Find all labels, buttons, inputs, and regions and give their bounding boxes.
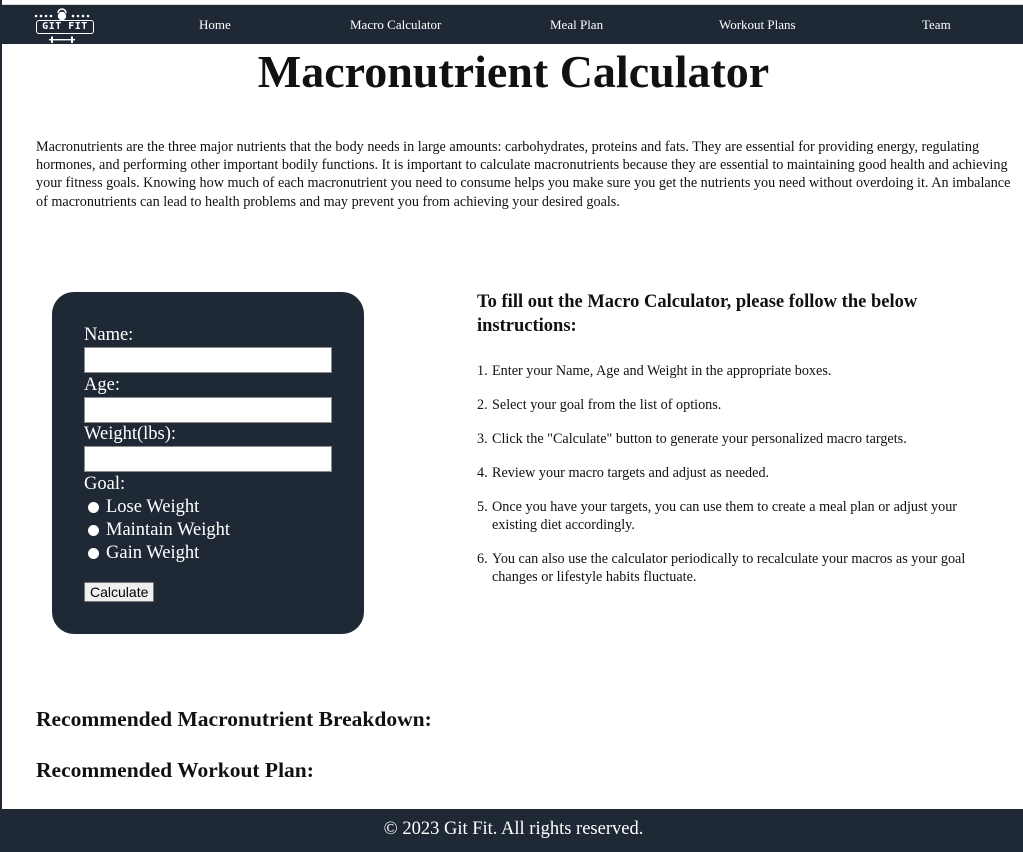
page-title: Macronutrient Calculator (257, 46, 770, 97)
nav-workout-plans-link[interactable]: Workout Plans (719, 17, 796, 33)
radio-button[interactable] (88, 524, 99, 536)
workout-plan-heading: Recommended Workout Plan: (36, 758, 314, 782)
intro-paragraph: Macronutrients are the three major nutri… (36, 139, 1011, 210)
goal-option-gain-weight[interactable]: Gain Weight (88, 542, 199, 564)
goal-option-label: Maintain Weight (106, 520, 231, 540)
instruction-step: 3. Click the "Calculate" button to genera… (477, 431, 907, 447)
goal-option-lose-weight[interactable]: Lose Weight (88, 496, 199, 518)
footer: © 2023 Git Fit. All rights reserved. (2, 809, 1023, 852)
goal-option-maintain-weight[interactable]: Maintain Weight (88, 519, 230, 541)
goal-label: Goal: (84, 474, 126, 494)
git-fit-logo[interactable]: GIT FIT (28, 6, 102, 44)
macro-form-card: Name: Age: Weight(lbs): Goal: Lose Weigh… (52, 292, 364, 634)
nav-team-link[interactable]: Team (922, 17, 951, 33)
instruction-step: 5. Once you have your targets, you can us… (477, 499, 958, 533)
instructions-heading: To fill out the Macro Calculator, please… (477, 292, 918, 336)
instruction-step: 2. Select your goal from the list of opti… (477, 397, 722, 413)
name-input[interactable] (84, 347, 332, 373)
footer-copyright: © 2023 Git Fit. All rights reserved. (383, 819, 644, 839)
calculate-button[interactable]: Calculate (84, 582, 155, 602)
goal-option-label: Gain Weight (106, 543, 200, 563)
name-label: Name: (84, 325, 134, 345)
age-label: Age: (84, 375, 120, 395)
nav-meal-plan-link[interactable]: Meal Plan (550, 17, 603, 33)
nav-home-link[interactable]: Home (199, 17, 231, 33)
weight-label: Weight(lbs): (84, 424, 177, 444)
weight-input[interactable] (84, 446, 332, 472)
logo-text: GIT FIT (36, 20, 94, 34)
age-input[interactable] (84, 397, 332, 423)
macro-breakdown-heading: Recommended Macronutrient Breakdown: (36, 707, 432, 731)
radio-button[interactable] (88, 547, 99, 559)
nav-macro-calculator-link[interactable]: Macro Calculator (350, 17, 441, 33)
goal-option-label: Lose Weight (106, 497, 200, 517)
instruction-step: 6. You can also use the calculator period… (477, 551, 966, 585)
instruction-step: 4. Review your macro targets and adjust a… (477, 465, 770, 481)
radio-button[interactable] (88, 501, 99, 513)
instruction-step: 1. Enter your Name, Age and Weight in the… (477, 363, 832, 379)
top-navbar: GIT FIT Home Macro Calculator Meal Plan … (2, 4, 1023, 44)
